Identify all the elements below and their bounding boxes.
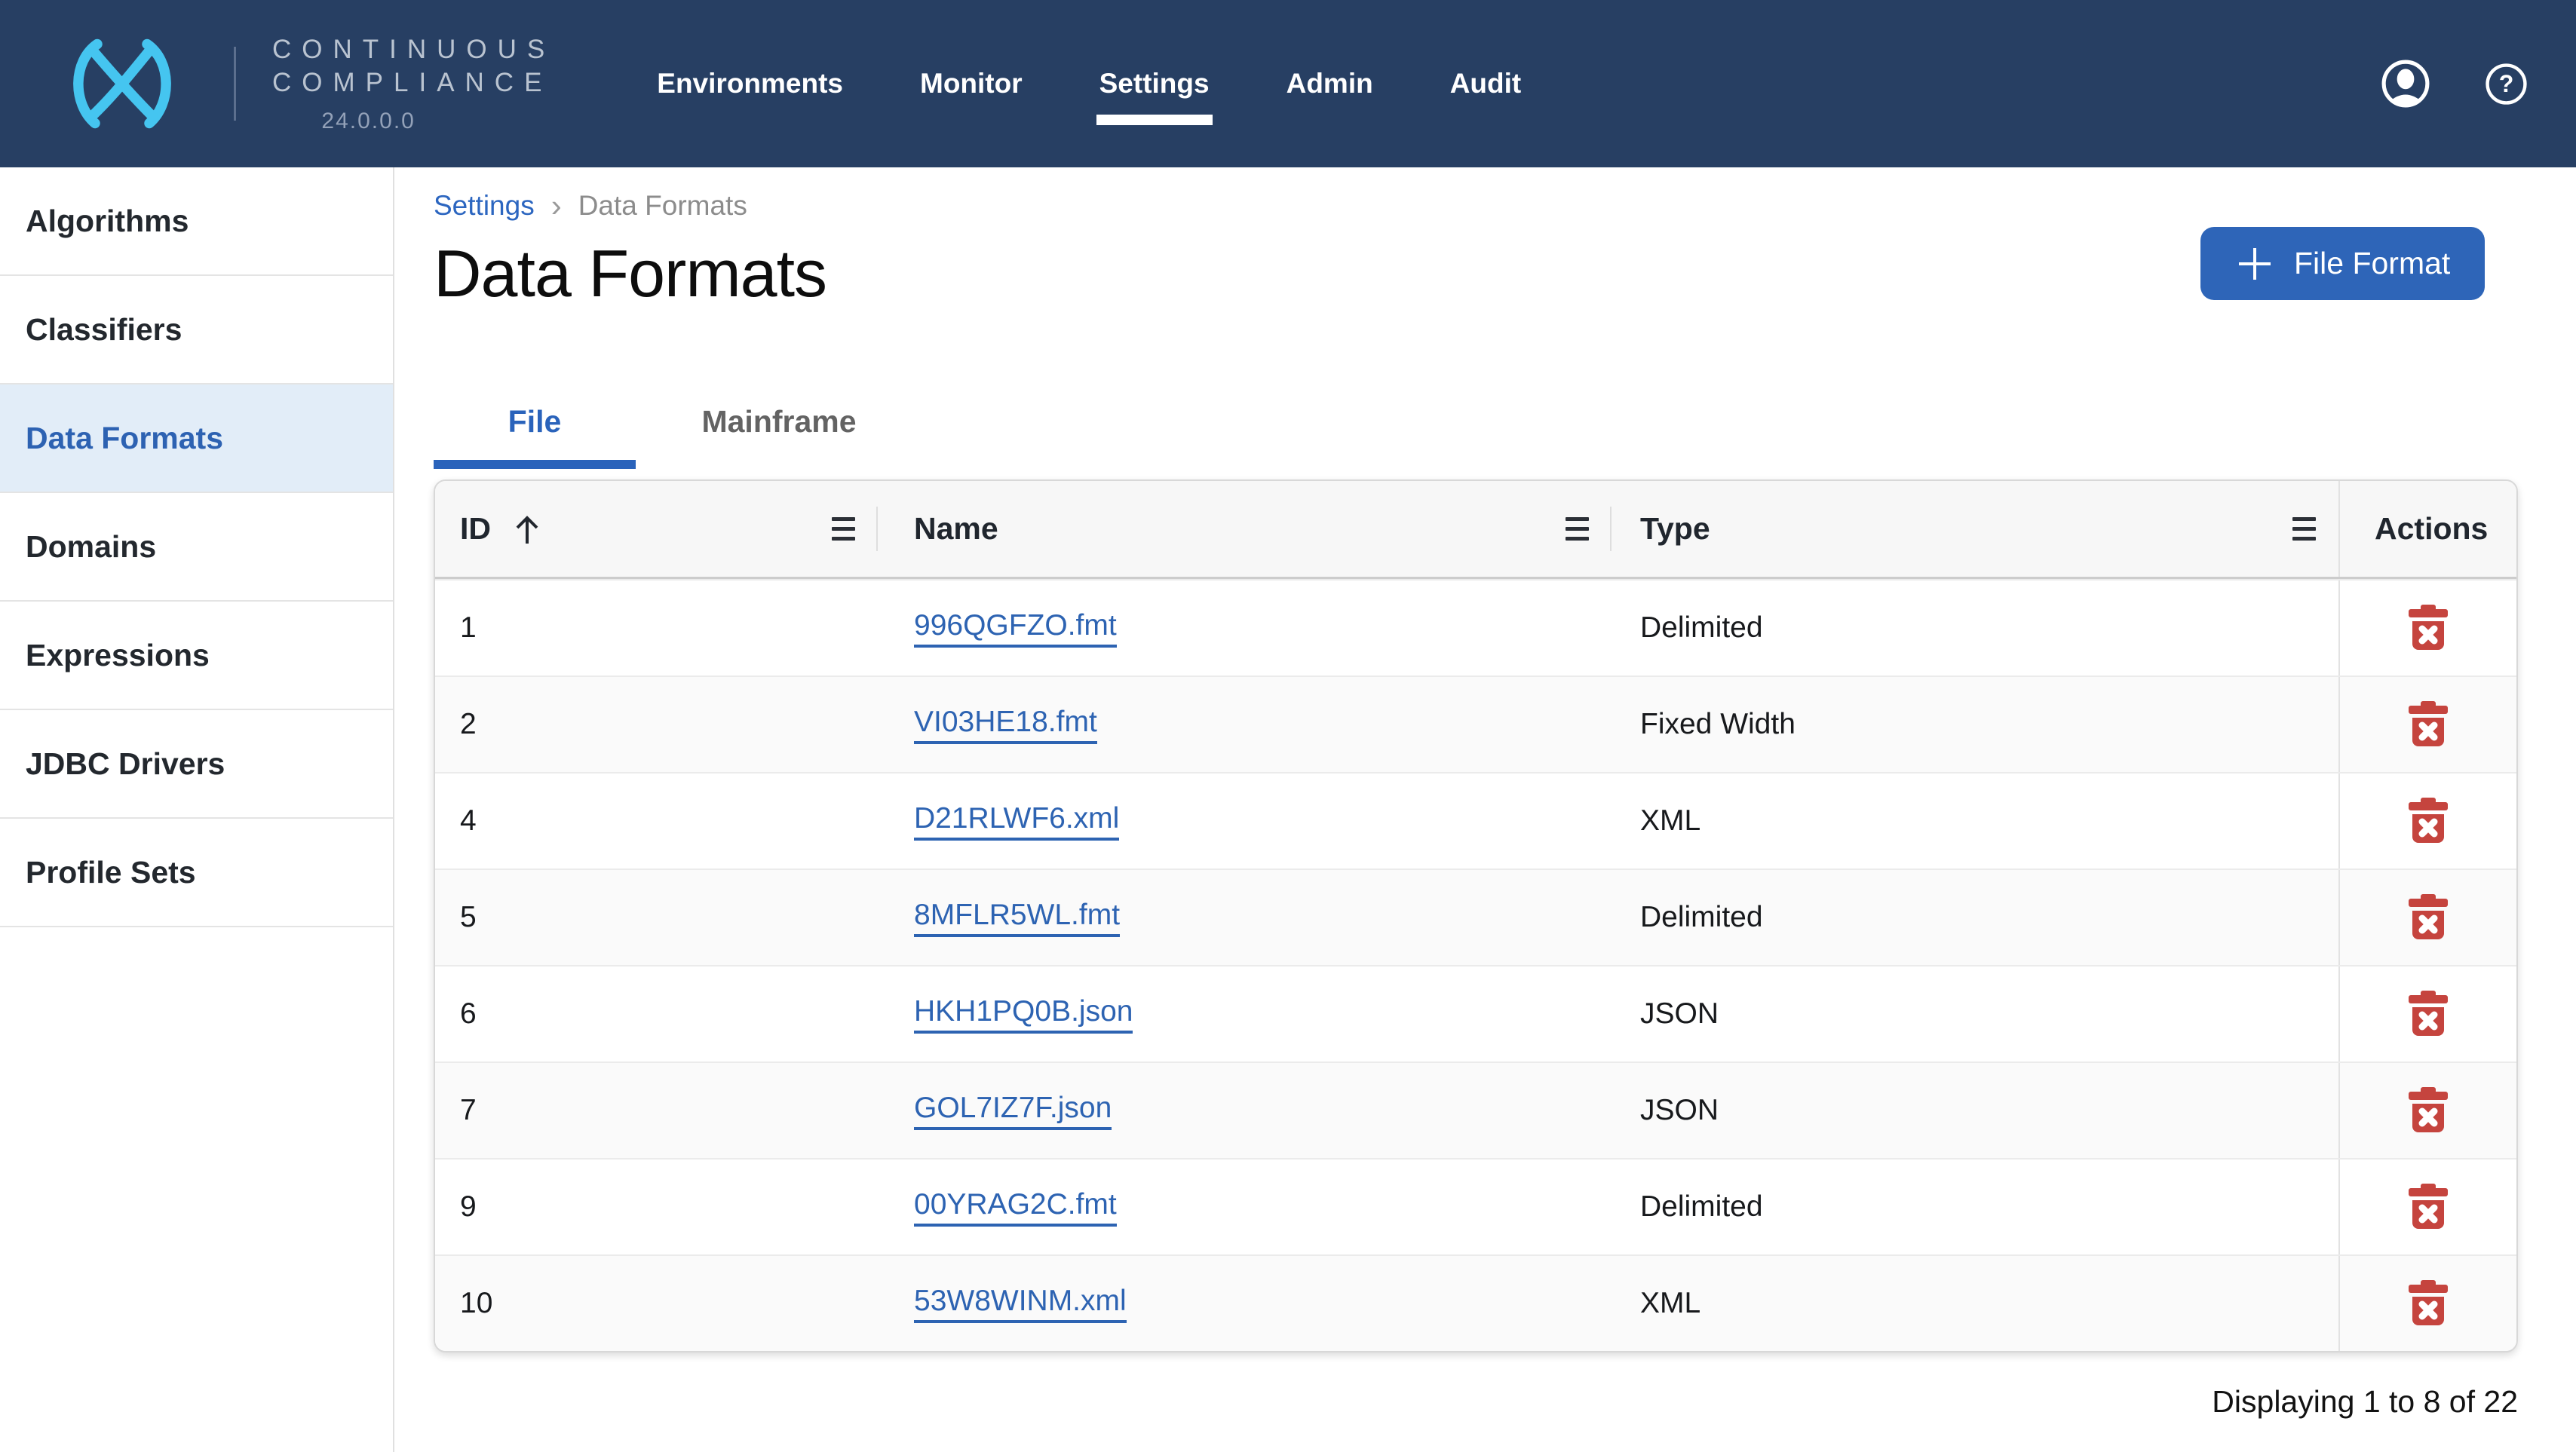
breadcrumb-link-settings[interactable]: Settings <box>434 190 535 222</box>
column-label-id: ID <box>460 511 491 547</box>
nav-item-environments[interactable]: Environments <box>657 68 843 100</box>
nav-item-audit[interactable]: Audit <box>1450 68 1522 100</box>
cell-id: 1 <box>435 580 878 675</box>
table-row: 10 53W8WINM.xml XML <box>435 1254 2516 1351</box>
column-header-id[interactable]: ID <box>435 481 878 577</box>
name-link[interactable]: HKH1PQ0B.json <box>914 995 1133 1034</box>
nav-item-admin[interactable]: Admin <box>1286 68 1373 100</box>
version-label: 24.0.0.0 <box>321 109 415 134</box>
top-navbar: CONTINUOUS COMPLIANCE 24.0.0.0 Environme… <box>0 0 2576 167</box>
add-button-label: File Format <box>2294 246 2450 281</box>
delete-icon <box>2409 1184 2448 1230</box>
sidebar-item-classifiers[interactable]: Classifiers <box>0 276 393 384</box>
brand-logo-icon <box>54 31 190 136</box>
breadcrumb-chevron-icon: › <box>551 190 562 222</box>
delete-button[interactable] <box>2409 1280 2448 1327</box>
cell-id: 5 <box>435 870 878 965</box>
name-link[interactable]: 53W8WINM.xml <box>914 1285 1127 1323</box>
table-row: 1 996QGFZO.fmt Delimited <box>435 579 2516 675</box>
sidebar-item-expressions[interactable]: Expressions <box>0 602 393 710</box>
brand: CONTINUOUS COMPLIANCE 24.0.0.0 <box>54 0 555 167</box>
delete-icon <box>2409 1087 2448 1134</box>
main-nav: Environments Monitor Settings Admin Audi… <box>657 68 1521 100</box>
sidebar-item-profile-sets[interactable]: Profile Sets <box>0 819 393 927</box>
delete-icon <box>2409 1280 2448 1327</box>
main-content: Settings › Data Formats Data Formats Fil… <box>394 167 2576 1452</box>
data-formats-table: ID Name Type Actions 1 996QGFZO.f <box>434 479 2518 1352</box>
cell-type: Delimited <box>1612 580 2338 675</box>
column-label-name: Name <box>914 511 998 547</box>
svg-text:?: ? <box>2499 70 2514 97</box>
settings-sidebar: Algorithms Classifiers Data Formats Doma… <box>0 167 394 1452</box>
cell-type: XML <box>1612 1256 2338 1351</box>
cell-id: 10 <box>435 1256 878 1351</box>
column-label-actions: Actions <box>2375 511 2488 547</box>
delete-icon <box>2409 894 2448 941</box>
column-menu-icon[interactable] <box>827 513 860 545</box>
help-icon[interactable]: ? <box>2485 63 2528 106</box>
nav-item-settings[interactable]: Settings <box>1099 68 1210 100</box>
sidebar-item-domains[interactable]: Domains <box>0 493 393 602</box>
brand-divider <box>234 47 236 121</box>
table-row: 6 HKH1PQ0B.json JSON <box>435 965 2516 1061</box>
delete-icon <box>2409 701 2448 748</box>
results-summary: Displaying 1 to 8 of 22 <box>434 1384 2518 1420</box>
breadcrumb-current: Data Formats <box>578 190 747 222</box>
delete-icon <box>2409 991 2448 1037</box>
delete-button[interactable] <box>2409 894 2448 941</box>
nav-item-monitor[interactable]: Monitor <box>920 68 1023 100</box>
name-link[interactable]: VI03HE18.fmt <box>914 706 1097 744</box>
table-row: 5 8MFLR5WL.fmt Delimited <box>435 868 2516 965</box>
table-row: 9 00YRAG2C.fmt Delimited <box>435 1158 2516 1254</box>
user-avatar-icon[interactable] <box>2381 59 2430 109</box>
table-row: 4 D21RLWF6.xml XML <box>435 772 2516 868</box>
column-menu-icon[interactable] <box>1561 513 1593 545</box>
cell-type: Delimited <box>1612 870 2338 965</box>
name-link[interactable]: 8MFLR5WL.fmt <box>914 899 1120 937</box>
tab-file[interactable]: File <box>434 374 636 469</box>
cell-id: 2 <box>435 677 878 772</box>
cell-id: 7 <box>435 1063 878 1158</box>
cell-type: Delimited <box>1612 1159 2338 1254</box>
add-file-format-button[interactable]: File Format <box>2200 227 2485 300</box>
column-header-type[interactable]: Type <box>1612 481 2338 577</box>
tab-mainframe[interactable]: Mainframe <box>636 374 922 469</box>
delete-button[interactable] <box>2409 991 2448 1037</box>
delete-button[interactable] <box>2409 1087 2448 1134</box>
brand-title-line2: COMPLIANCE <box>272 66 555 100</box>
delete-button[interactable] <box>2409 1184 2448 1230</box>
plus-icon <box>2235 244 2274 283</box>
cell-type: JSON <box>1612 966 2338 1061</box>
table-row: 7 GOL7IZ7F.json JSON <box>435 1061 2516 1158</box>
name-link[interactable]: D21RLWF6.xml <box>914 802 1119 841</box>
cell-type: JSON <box>1612 1063 2338 1158</box>
sidebar-item-data-formats[interactable]: Data Formats <box>0 384 393 493</box>
brand-title-line1: CONTINUOUS <box>272 33 555 66</box>
delete-icon <box>2409 605 2448 651</box>
name-link[interactable]: 00YRAG2C.fmt <box>914 1188 1117 1227</box>
sort-ascending-icon <box>511 512 544 547</box>
cell-id: 6 <box>435 966 878 1061</box>
cell-type: Fixed Width <box>1612 677 2338 772</box>
delete-button[interactable] <box>2409 605 2448 651</box>
name-link[interactable]: 996QGFZO.fmt <box>914 609 1117 648</box>
delete-button[interactable] <box>2409 701 2448 748</box>
sidebar-item-algorithms[interactable]: Algorithms <box>0 167 393 276</box>
column-menu-icon[interactable] <box>2288 513 2320 545</box>
column-header-actions: Actions <box>2338 481 2516 577</box>
cell-id: 9 <box>435 1159 878 1254</box>
column-label-type: Type <box>1640 511 1710 547</box>
cell-type: XML <box>1612 773 2338 868</box>
breadcrumb: Settings › Data Formats <box>434 190 2576 222</box>
delete-button[interactable] <box>2409 798 2448 844</box>
format-tabs: File Mainframe <box>434 374 2576 469</box>
table-row: 2 VI03HE18.fmt Fixed Width <box>435 675 2516 772</box>
column-header-name[interactable]: Name <box>878 481 1612 577</box>
cell-id: 4 <box>435 773 878 868</box>
table-header-row: ID Name Type Actions <box>435 481 2516 579</box>
sidebar-item-jdbc-drivers[interactable]: JDBC Drivers <box>0 710 393 819</box>
delete-icon <box>2409 798 2448 844</box>
name-link[interactable]: GOL7IZ7F.json <box>914 1092 1112 1130</box>
